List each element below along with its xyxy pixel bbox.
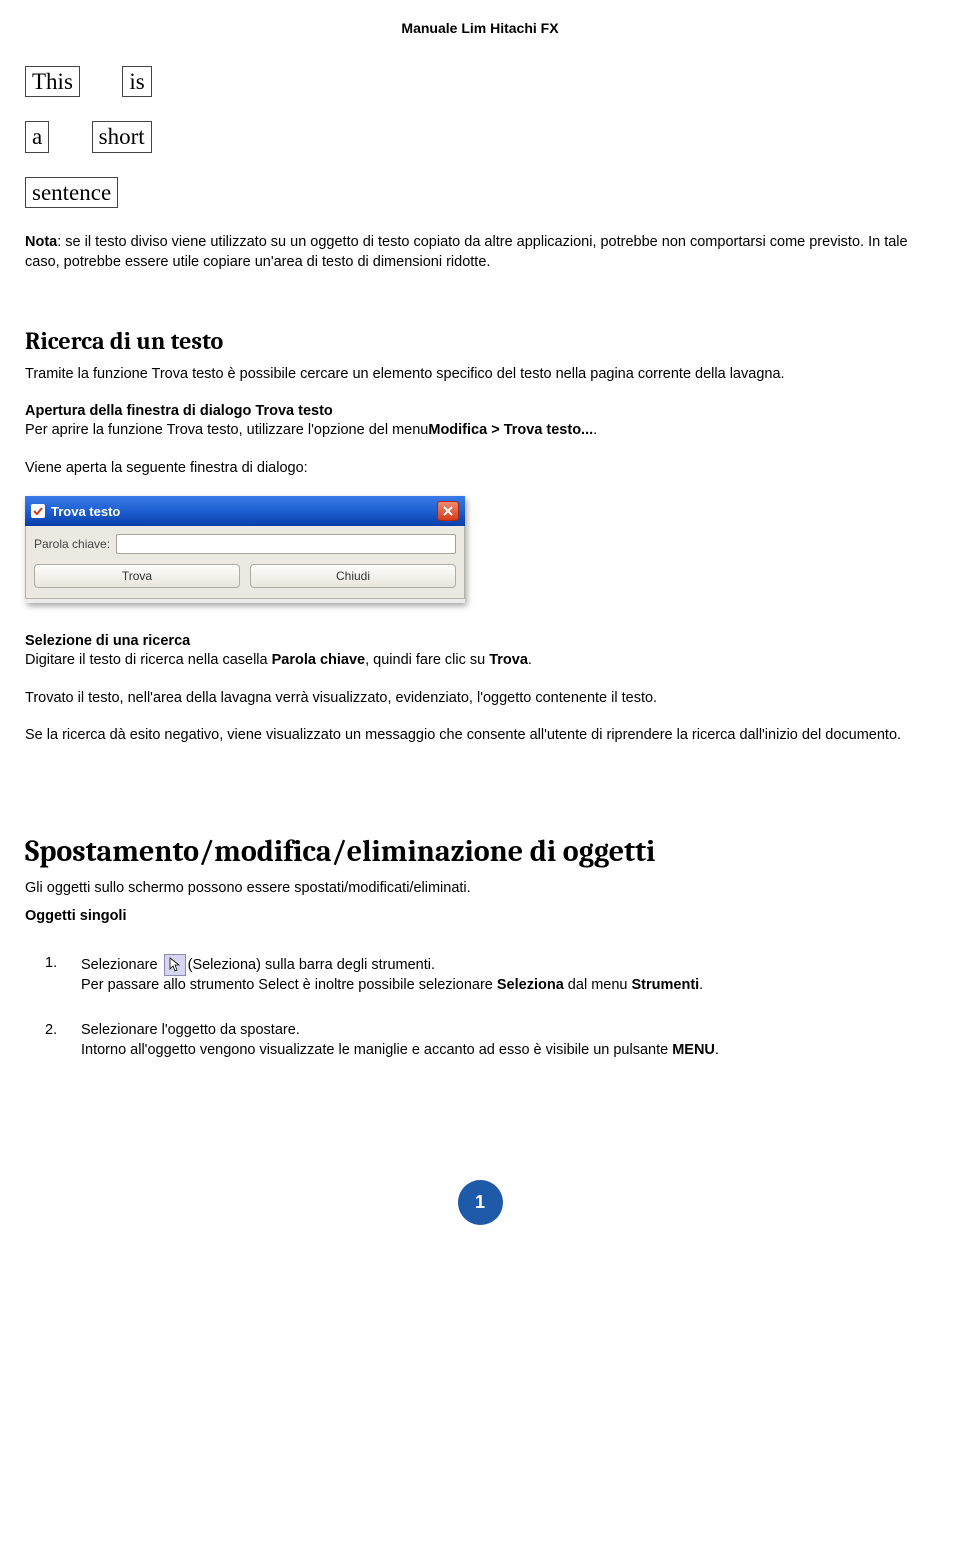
dialog-title-text: Trova testo [51,504,120,519]
body-paragraph: Per aprire la funzione Trova testo, util… [25,421,935,441]
list-number: 2. [45,1021,81,1060]
example-text-boxes-figure: This is a short sentence [25,66,935,208]
list-item: 1. Selezionare (Seleziona) sulla barra d… [45,954,935,996]
body-text: dal menu [564,977,632,993]
body-text: . [593,422,597,438]
ui-term: Parola chiave [272,652,366,668]
body-paragraph: Trovato il testo, nell'area della lavagn… [25,689,935,709]
note-paragraph: Nota: se il testo diviso viene utilizzat… [25,232,935,273]
body-paragraph: Se la ricerca dà esito negativo, viene v… [25,726,935,746]
section-heading-ricerca: Ricerca di un testo [25,327,935,355]
ui-term: Trova [489,652,528,668]
text-box: This [25,66,80,97]
subheading-selezione: Selezione di una ricerca [25,633,935,649]
text-box-row: sentence [25,177,935,208]
cursor-arrow-icon [164,954,186,976]
find-button[interactable]: Trova [34,564,240,588]
body-paragraph: Viene aperta la seguente finestra di dia… [25,459,935,479]
body-text: , quindi fare clic su [365,652,489,668]
body-text: Intorno all'oggetto vengono visualizzate… [81,1042,672,1058]
keyword-label: Parola chiave: [34,537,110,551]
ui-term: Strumenti [632,977,700,993]
text-box-row: a short [25,121,935,152]
list-item-body: Selezionare (Seleziona) sulla barra degl… [81,954,935,996]
find-text-dialog: Trova testo Parola chiave: Trova Chiudi [25,496,465,603]
dialog-body: Parola chiave: Trova Chiudi [25,526,465,599]
text-box: sentence [25,177,118,208]
section-heading-spostamento: Spostamento/modifica/eliminazione di ogg… [25,834,935,869]
close-button[interactable]: Chiudi [250,564,456,588]
body-paragraph: Digitare il testo di ricerca nella casel… [25,651,935,671]
text-box: short [92,121,152,152]
keyword-field-row: Parola chiave: [34,534,456,554]
body-text: (Seleziona) sulla barra degli strumenti. [188,957,435,973]
dialog-app-icon [31,504,45,518]
body-text: . [528,652,532,668]
body-text: Selezionare l'oggetto da spostare. [81,1022,300,1038]
note-text: : se il testo diviso viene utilizzato su… [25,234,908,270]
body-text: . [715,1042,719,1058]
dialog-title-bar: Trova testo [25,496,465,526]
page-number-badge: 1 [458,1180,503,1225]
body-paragraph: Tramite la funzione Trova testo è possib… [25,365,935,385]
body-paragraph: Gli oggetti sullo schermo possono essere… [25,879,935,899]
dialog-button-row: Trova Chiudi [34,564,456,588]
ui-term: Seleziona [497,977,564,993]
body-text: . [699,977,703,993]
body-text: Per aprire la funzione Trova testo, util… [25,422,428,438]
dialog-title-left: Trova testo [31,504,120,519]
subheading-apertura: Apertura della finestra di dialogo Trova… [25,403,935,419]
keyword-input[interactable] [116,534,456,554]
text-box-row: This is [25,66,935,97]
text-box: a [25,121,49,152]
body-text: Selezionare [81,957,162,973]
dialog-bottom-shadow [25,599,465,603]
body-text: Digitare il testo di ricerca nella casel… [25,652,272,668]
close-icon[interactable] [437,501,459,521]
page: Manuale Lim Hitachi FX This is a short s… [0,0,960,1265]
list-number: 1. [45,954,81,996]
list-item-body: Selezionare l'oggetto da spostare. Intor… [81,1021,935,1060]
text-box: is [122,66,151,97]
ordered-list: 1. Selezionare (Seleziona) sulla barra d… [25,954,935,1060]
ui-term: MENU [672,1042,715,1058]
document-header-title: Manuale Lim Hitachi FX [25,20,935,36]
body-text: Per passare allo strumento Select è inol… [81,977,497,993]
list-item: 2. Selezionare l'oggetto da spostare. In… [45,1021,935,1060]
menu-path: Modifica > Trova testo... [428,422,593,438]
note-label: Nota [25,234,57,250]
subheading-oggetti-singoli: Oggetti singoli [25,908,935,924]
